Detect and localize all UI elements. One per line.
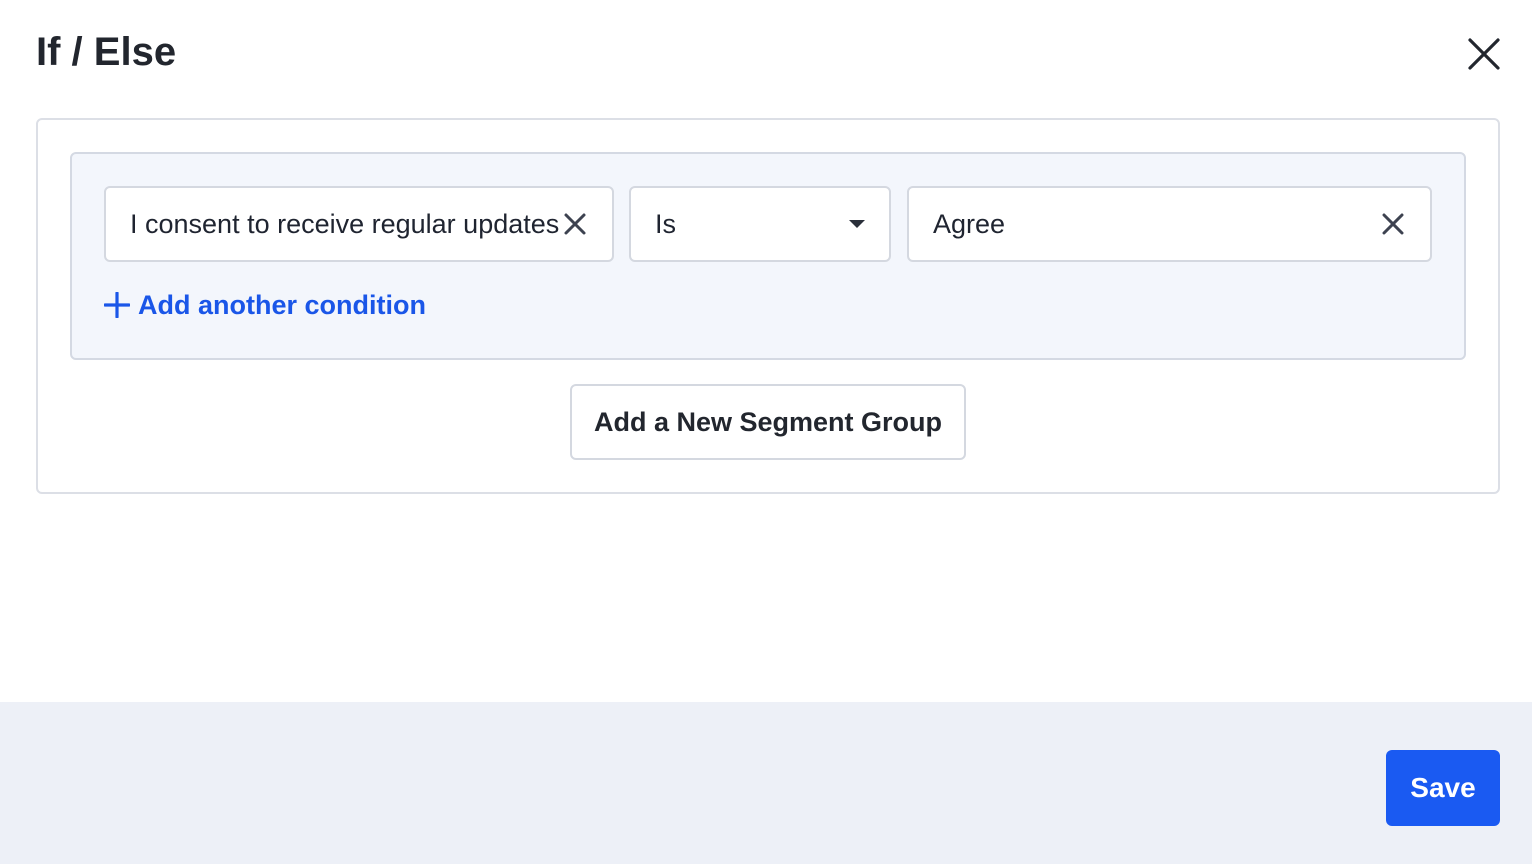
modal-footer: Save [0,702,1532,864]
condition-field-value: I consent to receive regular updates [130,208,560,239]
segment-group: I consent to receive regular updates Is [70,152,1466,360]
modal-title: If / Else [36,30,177,74]
close-button[interactable] [1462,32,1506,76]
close-icon [1468,38,1500,70]
condition-field-select[interactable]: I consent to receive regular updates [104,186,614,262]
if-else-modal: If / Else I consent to receive regular u… [0,0,1532,864]
add-condition-label: Add another condition [138,290,426,320]
save-button[interactable]: Save [1386,750,1500,826]
clear-icon [564,213,586,235]
segment-panel: I consent to receive regular updates Is [36,118,1500,494]
value-field-value: Agree [933,208,1006,239]
operator-value: Is [655,208,677,239]
plus-icon [104,292,130,318]
operator-dropdown[interactable]: Is [629,186,891,262]
clear-icon [1382,213,1404,235]
value-field-select[interactable]: Agree [907,186,1432,262]
add-condition-link[interactable]: Add another condition [104,288,426,322]
add-segment-group-button[interactable]: Add a New Segment Group [570,384,966,460]
caret-down-icon [847,218,867,230]
clear-value-button[interactable] [1378,209,1408,239]
clear-condition-button[interactable] [560,209,590,239]
